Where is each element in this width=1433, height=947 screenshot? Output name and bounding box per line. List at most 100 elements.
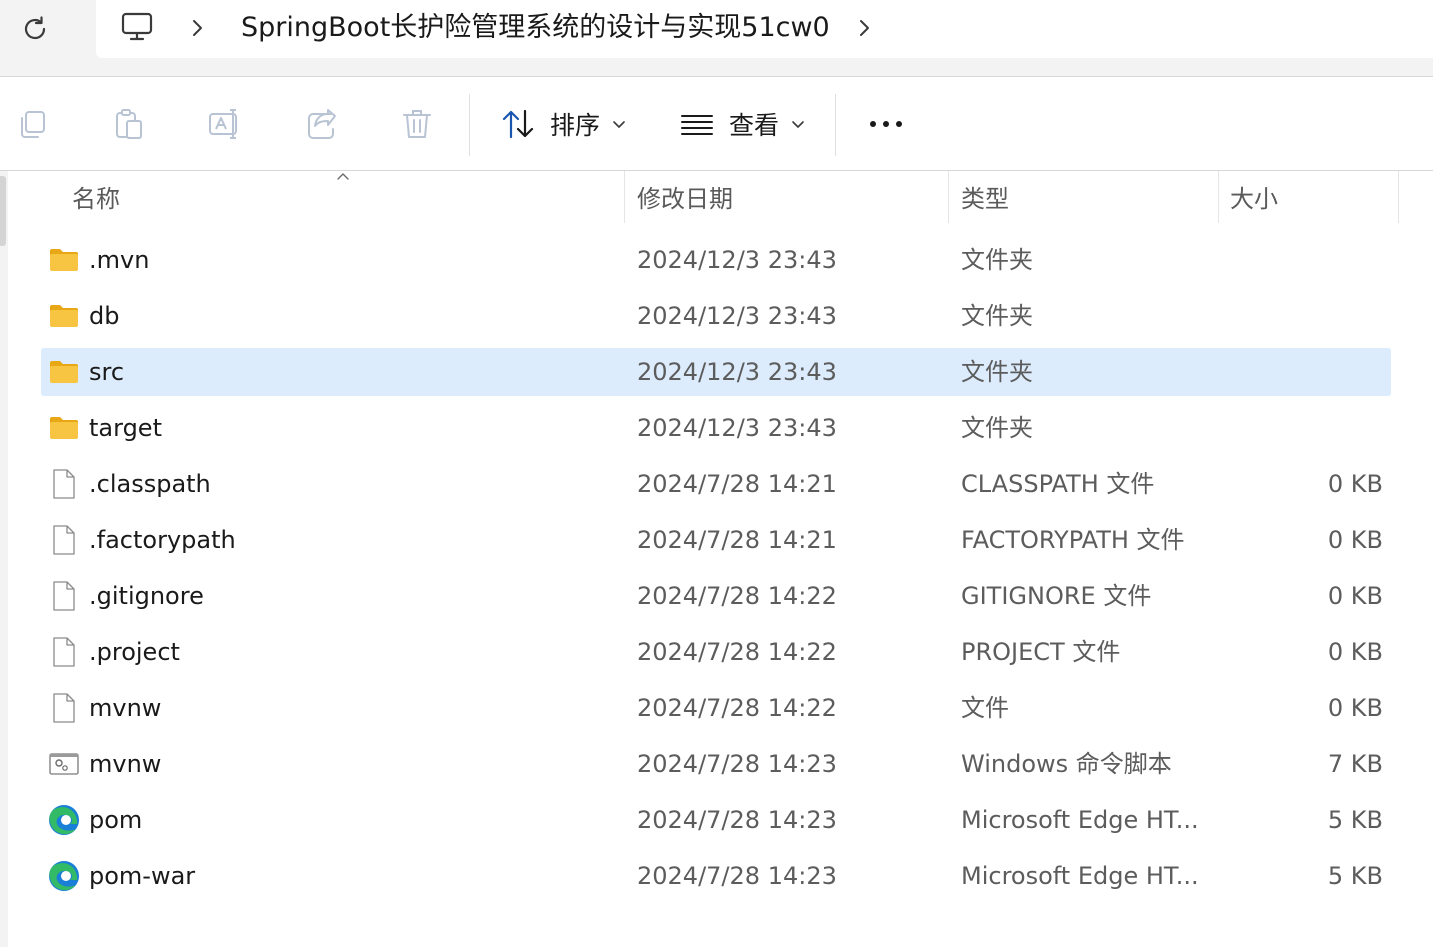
list-item[interactable]: .project 2024/7/28 14:22 PROJECT 文件 0 KB [41, 628, 1391, 676]
file-name: mvnw [89, 750, 162, 778]
folder-icon [48, 244, 80, 276]
breadcrumb-current-folder[interactable]: SpringBoot长护险管理系统的设计与实现51cw0 [241, 10, 830, 46]
file-size: 0 KB [1327, 694, 1383, 722]
column-header-type[interactable]: 类型 [961, 181, 1009, 217]
file-name: .mvn [89, 246, 150, 274]
list-item[interactable]: .classpath 2024/7/28 14:21 CLASSPATH 文件 … [41, 460, 1391, 508]
scrollbar-thumb[interactable] [0, 176, 6, 246]
address-bar-area: SpringBoot长护险管理系统的设计与实现51cw0 [0, 0, 1433, 76]
sort-button[interactable]: 排序 [500, 106, 626, 142]
file-date: 2024/7/28 14:21 [637, 470, 837, 498]
list-item[interactable]: pom 2024/7/28 14:23 Microsoft Edge HT...… [41, 796, 1391, 844]
file-type: 文件 [961, 694, 1009, 722]
more-options-button[interactable] [866, 106, 906, 142]
list-item[interactable]: mvnw 2024/7/28 14:23 Windows 命令脚本 7 KB [41, 740, 1391, 788]
list-item[interactable]: pom-war 2024/7/28 14:23 Microsoft Edge H… [41, 852, 1391, 900]
file-date: 2024/7/28 14:21 [637, 526, 837, 554]
list-item[interactable]: mvnw 2024/7/28 14:22 文件 0 KB [41, 684, 1391, 732]
file-size: 0 KB [1327, 470, 1383, 498]
file-explorer-window: SpringBoot长护险管理系统的设计与实现51cw0 排序 查看 名称 修改… [0, 0, 1433, 947]
rename-icon[interactable] [207, 106, 243, 142]
file-type: 文件夹 [961, 414, 1033, 442]
column-separator[interactable] [1398, 171, 1399, 223]
file-date: 2024/7/28 14:23 [637, 750, 837, 778]
file-type: PROJECT 文件 [961, 638, 1121, 666]
toolbar-divider [469, 94, 470, 156]
file-icon [48, 580, 80, 612]
file-name: .factorypath [89, 526, 236, 554]
paste-icon[interactable] [111, 106, 147, 142]
chevron-down-icon [613, 121, 625, 128]
list-item[interactable]: db 2024/12/3 23:43 文件夹 [41, 292, 1391, 340]
folder-icon [48, 300, 80, 332]
file-type: Microsoft Edge HT... [961, 806, 1199, 834]
sort-icon [502, 109, 534, 139]
list-item[interactable]: .gitignore 2024/7/28 14:22 GITIGNORE 文件 … [41, 572, 1391, 620]
file-icon [48, 524, 80, 556]
command-bar: 排序 查看 [0, 77, 1433, 171]
file-name: db [89, 302, 120, 330]
chevron-down-icon [792, 121, 804, 128]
file-icon [48, 692, 80, 724]
copy-icon[interactable] [16, 106, 52, 142]
file-size: 5 KB [1327, 862, 1383, 890]
view-label: 查看 [729, 111, 780, 140]
column-separator[interactable] [624, 171, 625, 223]
file-type: GITIGNORE 文件 [961, 582, 1152, 610]
file-name: .classpath [89, 470, 211, 498]
folder-icon [48, 356, 80, 388]
file-name: .project [89, 638, 180, 666]
file-size: 0 KB [1327, 582, 1383, 610]
file-date: 2024/7/28 14:23 [637, 806, 837, 834]
sort-ascending-icon [337, 173, 349, 180]
file-name: .gitignore [89, 582, 204, 610]
file-size: 7 KB [1327, 750, 1383, 778]
file-date: 2024/12/3 23:43 [637, 358, 837, 386]
file-name: pom [89, 806, 143, 834]
file-type: Windows 命令脚本 [961, 750, 1172, 778]
file-date: 2024/12/3 23:43 [637, 302, 837, 330]
column-header-name[interactable]: 名称 [72, 181, 120, 217]
list-item[interactable]: .factorypath 2024/7/28 14:21 FACTORYPATH… [41, 516, 1391, 564]
file-date: 2024/7/28 14:23 [637, 862, 837, 890]
file-size: 0 KB [1327, 638, 1383, 666]
file-size: 0 KB [1327, 526, 1383, 554]
column-header-size[interactable]: 大小 [1230, 181, 1278, 217]
list-item[interactable]: target 2024/12/3 23:43 文件夹 [41, 404, 1391, 452]
file-icon [48, 468, 80, 500]
file-type: FACTORYPATH 文件 [961, 526, 1185, 554]
chevron-right-icon[interactable] [186, 14, 208, 42]
file-name: src [89, 358, 125, 386]
file-name: target [89, 414, 162, 442]
file-size: 5 KB [1327, 806, 1383, 834]
file-date: 2024/12/3 23:43 [637, 246, 837, 274]
column-header-date[interactable]: 修改日期 [637, 181, 733, 217]
file-date: 2024/7/28 14:22 [637, 582, 837, 610]
toolbar-divider [835, 94, 836, 156]
column-separator[interactable] [1218, 171, 1219, 223]
delete-icon[interactable] [399, 106, 435, 142]
folder-icon [48, 412, 80, 444]
file-type: Microsoft Edge HT... [961, 862, 1199, 890]
sort-label: 排序 [550, 111, 601, 140]
view-button[interactable]: 查看 [679, 106, 805, 142]
ellipsis-icon [870, 121, 902, 127]
list-item[interactable]: .mvn 2024/12/3 23:43 文件夹 [41, 236, 1391, 284]
list-view-icon [681, 115, 713, 135]
file-name: pom-war [89, 862, 196, 890]
edge-icon [48, 860, 80, 892]
file-icon [48, 636, 80, 668]
computer-icon[interactable] [120, 10, 154, 44]
edge-icon [48, 804, 80, 836]
chevron-right-icon[interactable] [853, 14, 875, 42]
list-item-selected[interactable]: src 2024/12/3 23:43 文件夹 [41, 348, 1391, 396]
column-header-row: 名称 修改日期 类型 大小 [8, 171, 1433, 225]
navigation-pane-edge[interactable] [0, 171, 8, 947]
file-date: 2024/7/28 14:22 [637, 694, 837, 722]
file-type: 文件夹 [961, 358, 1033, 386]
share-icon[interactable] [303, 106, 339, 142]
script-icon [48, 748, 80, 780]
refresh-button[interactable] [12, 6, 58, 52]
file-name: mvnw [89, 694, 162, 722]
column-separator[interactable] [948, 171, 949, 223]
